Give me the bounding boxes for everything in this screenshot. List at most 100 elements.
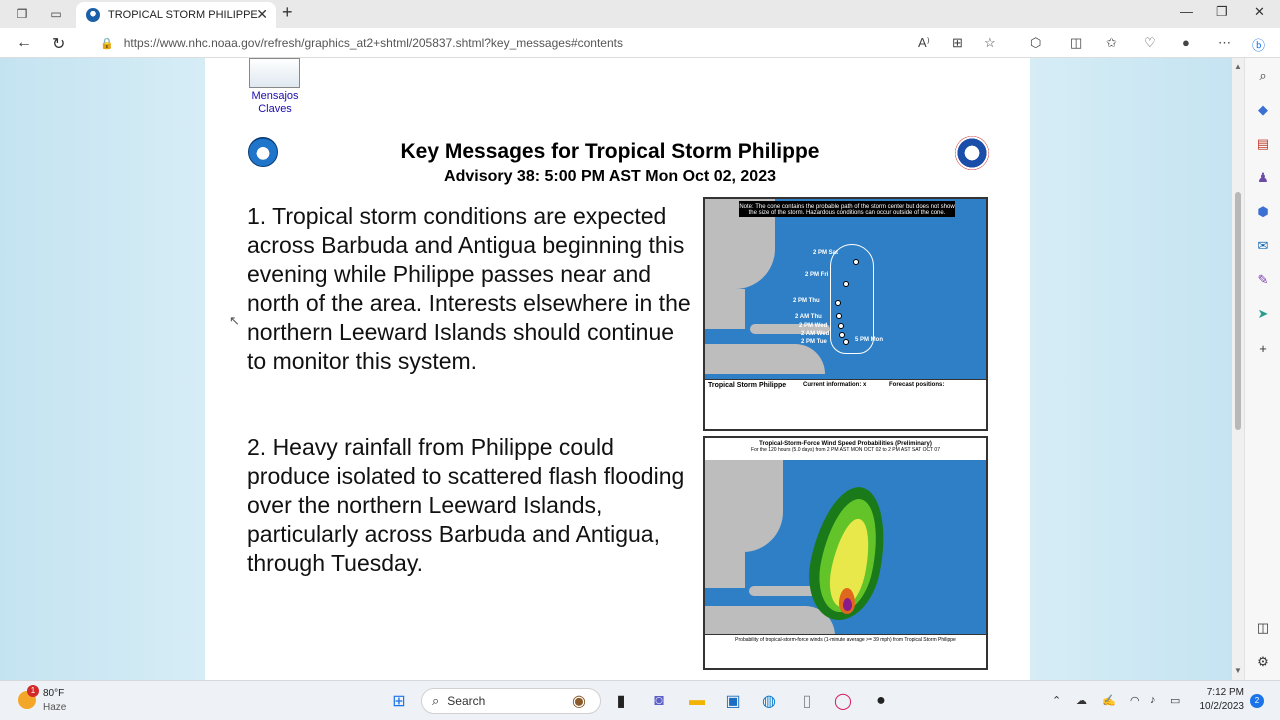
battery-icon[interactable]: ▭ <box>1170 694 1180 707</box>
prob-contour-highest <box>843 598 852 611</box>
search-icon[interactable]: ⌕ <box>1255 68 1271 84</box>
split-screen-icon[interactable]: ◫ <box>1070 35 1082 51</box>
forecast-cone-map[interactable]: Note: The cone contains the probable pat… <box>703 197 988 431</box>
noaa-logo <box>248 137 278 167</box>
browser-essentials-icon[interactable]: ♡ <box>1144 35 1156 51</box>
back-icon[interactable]: ← <box>16 34 32 52</box>
mensajes-thumbnail[interactable] <box>249 58 300 88</box>
legend-current-info: Current information: x <box>803 382 867 388</box>
scroll-down-icon[interactable]: ▼ <box>1234 666 1242 675</box>
track-point <box>839 332 845 338</box>
notepad-icon[interactable]: ▯ <box>796 690 818 712</box>
lock-icon: 🔒 <box>100 37 114 50</box>
url-field[interactable]: 🔒 https://www.nhc.noaa.gov/refresh/graph… <box>90 31 1010 55</box>
read-aloud-icon[interactable]: A⁾ <box>918 35 930 51</box>
notification-badge[interactable]: 2 <box>1250 694 1264 708</box>
track-label: 2 PM Fri <box>805 272 829 278</box>
app-icon[interactable]: ● <box>870 690 892 712</box>
track-point <box>843 339 849 345</box>
tab-title: TROPICAL STORM PHILIPPE <box>108 9 258 21</box>
search-highlight-icon: ◉ <box>572 693 586 710</box>
outlook-icon[interactable]: ✉ <box>1255 238 1271 254</box>
maximize-icon[interactable]: ❐ <box>1216 4 1228 20</box>
shopping-icon[interactable]: ◆ <box>1255 102 1271 118</box>
add-icon[interactable]: + <box>1255 340 1271 356</box>
web-content: Mensajos Claves Key Messages for Tropica… <box>0 58 1244 680</box>
profile-icon[interactable]: ● <box>1182 35 1190 50</box>
track-point <box>838 323 844 329</box>
extensions-icon[interactable]: ⬡ <box>1030 35 1041 51</box>
search-label: Search <box>447 694 486 708</box>
key-message-1: 1. Tropical storm conditions are expecte… <box>247 203 691 374</box>
wifi-icon[interactable]: ◠ <box>1130 694 1140 707</box>
nws-logo <box>955 136 989 170</box>
search-icon: ⌕ <box>432 693 440 708</box>
page-background-right <box>1030 58 1244 680</box>
clock-time[interactable]: 7:12 PM <box>1206 687 1244 698</box>
task-view-icon[interactable]: ▮ <box>610 690 632 712</box>
settings-gear-icon[interactable]: ⚙ <box>1255 654 1271 670</box>
file-explorer-icon[interactable]: ▬ <box>686 690 708 712</box>
prob-map-legend: Probability of tropical-storm-force wind… <box>705 634 986 668</box>
drop-icon[interactable]: ➤ <box>1255 306 1271 322</box>
mouse-cursor: ↖ <box>229 313 240 328</box>
weather-badge: 1 <box>27 685 39 697</box>
scroll-up-icon[interactable]: ▲ <box>1234 62 1242 71</box>
opera-icon[interactable]: ◯ <box>832 690 854 712</box>
south-america-land <box>705 344 825 374</box>
workspaces-icon[interactable]: ❒ <box>14 6 30 22</box>
scroll-thumb[interactable] <box>1235 192 1241 430</box>
prob-map-header: Tropical-Storm-Force Wind Speed Probabil… <box>705 438 986 460</box>
new-tab-icon[interactable]: + <box>282 2 293 23</box>
windows-taskbar: 1 80°F Haze ⊞ ⌕ Search ◉ ▮ ◙ ▬ ▣ ◍ ▯ ◯ ●… <box>0 680 1280 720</box>
clock-date[interactable]: 10/2/2023 <box>1194 701 1245 712</box>
track-label: 2 PM Wed <box>799 323 828 329</box>
address-bar: ← ↻ 🔒 https://www.nhc.noaa.gov/refresh/g… <box>0 28 1280 58</box>
onedrive-icon[interactable]: ☁ <box>1076 694 1087 707</box>
close-tab-icon[interactable]: ✕ <box>256 6 268 23</box>
florida-land <box>705 289 745 329</box>
edge-browser-icon[interactable]: ◍ <box>758 690 780 712</box>
tab-actions-icon[interactable]: ▭ <box>48 6 64 22</box>
key-message-2: 2. Heavy rainfall from Philippe could pr… <box>247 434 685 576</box>
minimize-icon[interactable]: — <box>1180 4 1193 19</box>
games-icon[interactable]: ♟ <box>1255 170 1271 186</box>
page-title: Key Messages for Tropical Storm Philippe <box>400 140 820 163</box>
url-text: https://www.nhc.noaa.gov/refresh/graphic… <box>123 36 623 50</box>
office-icon[interactable]: ⬢ <box>1255 204 1271 220</box>
track-label: 2 PM Thu <box>793 298 820 304</box>
florida-land <box>705 552 745 588</box>
app-available-icon[interactable]: ⊞ <box>952 35 963 51</box>
advisory-subtitle: Advisory 38: 5:00 PM AST Mon Oct 02, 202… <box>444 168 776 185</box>
favorites-icon[interactable]: ✩ <box>1106 35 1117 51</box>
designer-icon[interactable]: ✎ <box>1255 272 1271 288</box>
store-icon[interactable]: ▣ <box>722 690 744 712</box>
noaa-favicon-icon <box>86 8 100 22</box>
hide-sidebar-icon[interactable]: ◫ <box>1255 620 1271 636</box>
refresh-icon[interactable]: ↻ <box>52 34 65 54</box>
track-point <box>835 300 841 306</box>
track-label: 5 PM Mon <box>855 337 883 343</box>
tray-chevron-icon[interactable]: ⌃ <box>1052 694 1061 707</box>
prob-map-subtitle: For the 120 hours (5.0 days) from 2 PM A… <box>751 447 940 453</box>
mensajes-claves-link[interactable]: Mensajos Claves <box>243 90 307 116</box>
browser-titlebar: ❒ ▭ TROPICAL STORM PHILIPPE ✕ + — ❐ ✕ <box>0 0 1280 28</box>
browser-tab[interactable]: TROPICAL STORM PHILIPPE ✕ <box>76 2 276 28</box>
cone-note: Note: The cone contains the probable pat… <box>739 201 955 217</box>
tools-icon[interactable]: ▤ <box>1255 136 1271 152</box>
weather-desc[interactable]: Haze <box>43 702 66 713</box>
track-label: 2 AM Wed <box>801 331 830 337</box>
close-window-icon[interactable]: ✕ <box>1254 4 1265 20</box>
track-label: 2 PM Tue <box>801 339 827 345</box>
favorite-star-icon[interactable]: ☆ <box>984 35 996 51</box>
weather-temp[interactable]: 80°F <box>43 688 64 699</box>
volume-icon[interactable]: ♪ <box>1150 694 1156 706</box>
pen-icon[interactable]: ✍ <box>1102 694 1116 707</box>
teams-chat-icon[interactable]: ◙ <box>648 690 670 712</box>
start-windows-icon[interactable]: ⊞ <box>388 690 410 712</box>
copilot-icon[interactable]: ⓑ <box>1252 35 1265 54</box>
page-scrollbar[interactable]: ▲ ▼ <box>1232 58 1244 680</box>
wind-probability-map[interactable]: Tropical-Storm-Force Wind Speed Probabil… <box>703 436 988 670</box>
more-options-icon[interactable]: ⋯ <box>1218 35 1231 51</box>
legend-forecast-positions: Forecast positions: <box>889 382 945 388</box>
